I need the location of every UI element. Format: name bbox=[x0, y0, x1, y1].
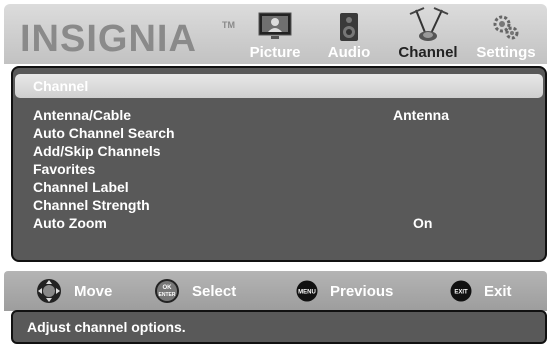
channel-menu-list: Antenna/Cable Auto Channel Search Add/Sk… bbox=[33, 106, 175, 232]
previous-label: Previous bbox=[330, 282, 394, 300]
select-hint: OK ENTER Select bbox=[154, 279, 236, 303]
menu-icon: MENU bbox=[296, 280, 318, 302]
tab-channel[interactable]: Channel bbox=[389, 6, 467, 61]
menu-item-favorites[interactable]: Favorites bbox=[33, 160, 175, 178]
help-text: Adjust channel options. bbox=[27, 319, 186, 335]
menu-item-auto-channel-search[interactable]: Auto Channel Search bbox=[33, 124, 175, 142]
exit-label: Exit bbox=[484, 282, 512, 300]
ok-icon-text: OK bbox=[163, 285, 173, 291]
tab-channel-label: Channel bbox=[398, 44, 458, 61]
previous-hint: MENU Previous bbox=[296, 279, 393, 303]
menu-item-auto-zoom[interactable]: Auto Zoom bbox=[33, 214, 175, 232]
move-label: Move bbox=[74, 282, 113, 300]
antenna-cable-value[interactable]: Antenna bbox=[393, 106, 449, 124]
header-bar: INSIGNIA TM Picture Audio Channel Settin… bbox=[4, 4, 547, 64]
tab-picture-label: Picture bbox=[249, 44, 301, 61]
help-bar: Adjust channel options. bbox=[11, 310, 547, 344]
select-label: Select bbox=[192, 282, 237, 300]
move-hint: Move bbox=[36, 279, 112, 303]
menu-item-channel-label[interactable]: Channel Label bbox=[33, 178, 175, 196]
enter-icon-text: ENTER bbox=[159, 292, 176, 298]
tab-picture[interactable]: Picture bbox=[244, 12, 306, 61]
tab-audio-label: Audio bbox=[327, 44, 371, 61]
gears-icon bbox=[493, 15, 519, 40]
menu-icon-text: MENU bbox=[298, 290, 316, 296]
speaker-icon bbox=[340, 13, 358, 41]
exit-hint: EXIT Exit bbox=[450, 279, 512, 303]
tab-settings-label: Settings bbox=[476, 44, 536, 61]
tab-bar: Picture Audio Channel Settings bbox=[4, 4, 547, 64]
exit-icon-text: EXIT bbox=[454, 290, 468, 296]
tab-audio[interactable]: Audio bbox=[322, 12, 376, 61]
tab-settings[interactable]: Settings bbox=[470, 12, 542, 61]
antenna-icon bbox=[409, 7, 449, 41]
channel-menu-panel: Channel Antenna/Cable Auto Channel Searc… bbox=[11, 66, 547, 262]
menu-item-channel-strength[interactable]: Channel Strength bbox=[33, 196, 175, 214]
section-title: Channel bbox=[15, 74, 543, 98]
ok-enter-icon: OK ENTER bbox=[155, 279, 179, 303]
picture-icon bbox=[258, 12, 292, 39]
exit-icon: EXIT bbox=[450, 280, 472, 302]
menu-item-antenna-cable[interactable]: Antenna/Cable bbox=[33, 106, 175, 124]
auto-zoom-value[interactable]: On bbox=[413, 214, 432, 232]
dpad-icon bbox=[37, 279, 61, 303]
remote-nav-bar: Move OK ENTER Select MENU Previous EXIT … bbox=[4, 271, 547, 311]
menu-item-add-skip-channels[interactable]: Add/Skip Channels bbox=[33, 142, 175, 160]
